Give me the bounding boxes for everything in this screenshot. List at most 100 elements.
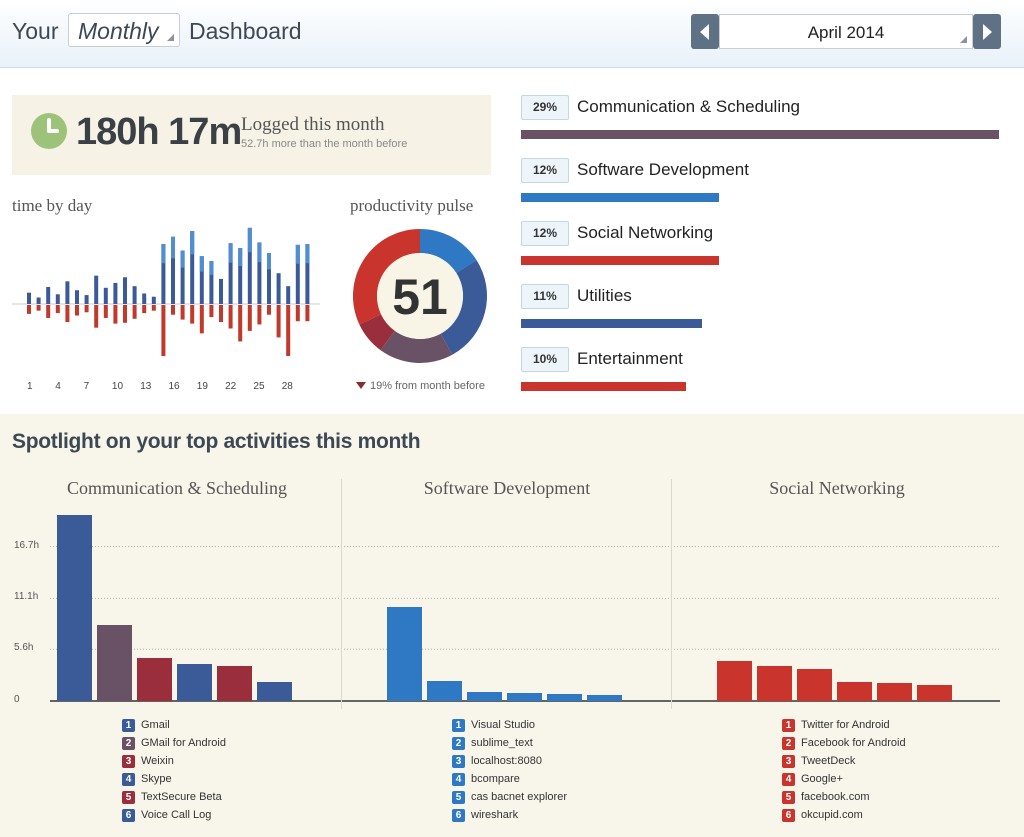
category-name[interactable]: Social Networking [577,223,713,243]
time-by-day-chart[interactable] [12,212,324,382]
legend-item[interactable]: 5 TextSecure Beta [122,790,222,804]
day-bar[interactable] [132,286,137,319]
activity-bar[interactable] [797,668,832,701]
day-bar[interactable] [190,231,195,324]
legend-item[interactable]: 1 Visual Studio [452,718,535,732]
activity-bar[interactable] [257,681,292,701]
spotlight-y-tick: 0 [14,694,20,705]
day-bar[interactable] [103,287,108,318]
period-select[interactable]: Monthly [68,13,180,47]
day-bar-bottom [46,305,51,318]
day-bar[interactable] [219,278,223,323]
legend-rank-badge: 1 [782,719,795,732]
legend-item[interactable]: 6 okcupid.com [782,808,863,822]
category-name[interactable]: Entertainment [577,349,683,369]
day-bar[interactable] [27,292,31,314]
legend-item[interactable]: 3 localhost:8080 [452,754,542,768]
day-bar[interactable] [257,242,262,325]
day-bar[interactable] [94,275,99,328]
panel-separator [341,479,342,709]
day-bar-top-highlight [209,261,214,275]
legend-rank-badge: 3 [782,755,795,768]
legend-item[interactable]: 5 cas bacnet explorer [452,790,567,804]
activity-bar[interactable] [217,665,252,701]
activity-bar[interactable] [427,680,462,701]
category-name[interactable]: Software Development [577,160,749,180]
legend-item[interactable]: 4 Google+ [782,772,843,786]
day-bar[interactable] [247,227,252,331]
day-bar[interactable] [276,273,281,338]
day-bar-bottom [257,305,262,325]
category-percent-badge: 12% [521,221,569,246]
legend-label: TweetDeck [801,755,856,767]
day-bar[interactable] [267,252,271,315]
activity-bar[interactable] [917,685,952,701]
day-bar[interactable] [65,281,70,323]
legend-item[interactable]: 1 Twitter for Android [782,718,890,732]
legend-item[interactable]: 6 Voice Call Log [122,808,211,822]
productivity-pulse-chart[interactable]: 51 [350,226,490,366]
day-bar-top-highlight [228,243,233,263]
legend-item[interactable]: 4 Skype [122,772,172,786]
day-bar[interactable] [142,293,147,314]
next-month-button[interactable] [973,14,1001,49]
day-bar[interactable] [295,244,300,322]
logged-time-value: 180h 17m [76,111,242,153]
day-bar[interactable] [180,250,185,320]
day-bar[interactable] [151,296,156,311]
day-bar[interactable] [84,295,89,313]
spotlight-y-tick: 11.1h [14,591,39,603]
day-bar-top [75,290,79,304]
category-name[interactable]: Utilities [577,286,632,306]
day-bar[interactable] [171,236,175,315]
activity-bar[interactable] [507,692,542,701]
activity-bar[interactable] [97,625,132,701]
activity-bar[interactable] [587,695,622,701]
activity-bar[interactable] [837,681,872,701]
legend-rank-badge: 4 [122,773,135,786]
day-bar[interactable] [209,261,214,318]
activity-bar[interactable] [177,664,212,701]
day-bar-bottom [36,305,41,311]
day-bar[interactable] [199,256,204,334]
day-bar[interactable] [123,277,127,323]
day-bar[interactable] [46,286,51,318]
down-arrow-icon [356,382,366,389]
day-bar[interactable] [75,290,79,316]
legend-item[interactable]: 1 Gmail [122,718,170,732]
legend-item[interactable]: 2 sublime_text [452,736,533,750]
logged-time-summary: 180h 17m Logged this month 52.7h more th… [12,95,491,175]
legend-item[interactable]: 2 Facebook for Android [782,736,906,750]
activity-bar[interactable] [877,683,912,701]
day-bar[interactable] [55,294,60,314]
day-bar[interactable] [286,286,291,357]
activity-bar[interactable] [387,606,422,701]
prev-month-button[interactable] [691,14,719,49]
legend-item[interactable]: 2 GMail for Android [122,736,226,750]
activity-bar[interactable] [467,691,502,701]
category-name[interactable]: Communication & Scheduling [577,97,800,117]
legend-rank-badge: 2 [452,737,465,750]
activity-bar[interactable] [57,515,92,701]
category-percent-badge: 29% [521,95,569,120]
day-bar[interactable] [238,248,243,342]
day-bar-top [46,286,51,304]
activity-bar[interactable] [137,657,172,701]
day-bar[interactable] [228,243,233,329]
legend-item[interactable]: 3 Weixin [122,754,174,768]
activity-bar[interactable] [547,693,582,701]
arrow-left-icon [700,24,709,40]
day-bar[interactable] [305,244,310,322]
activity-bar[interactable] [757,665,792,701]
month-select[interactable]: April 2014 [719,14,973,49]
day-bar[interactable] [113,282,118,324]
spotlight-panel-title: Social Networking [769,478,905,498]
legend-item[interactable]: 6 wireshark [452,808,518,822]
legend-item[interactable]: 4 bcompare [452,772,520,786]
day-bar-bottom [132,305,137,319]
activity-bar[interactable] [717,661,752,701]
legend-item[interactable]: 5 facebook.com [782,790,869,804]
day-bar-top [276,273,281,304]
day-bar[interactable] [161,244,166,357]
legend-item[interactable]: 3 TweetDeck [782,754,855,768]
